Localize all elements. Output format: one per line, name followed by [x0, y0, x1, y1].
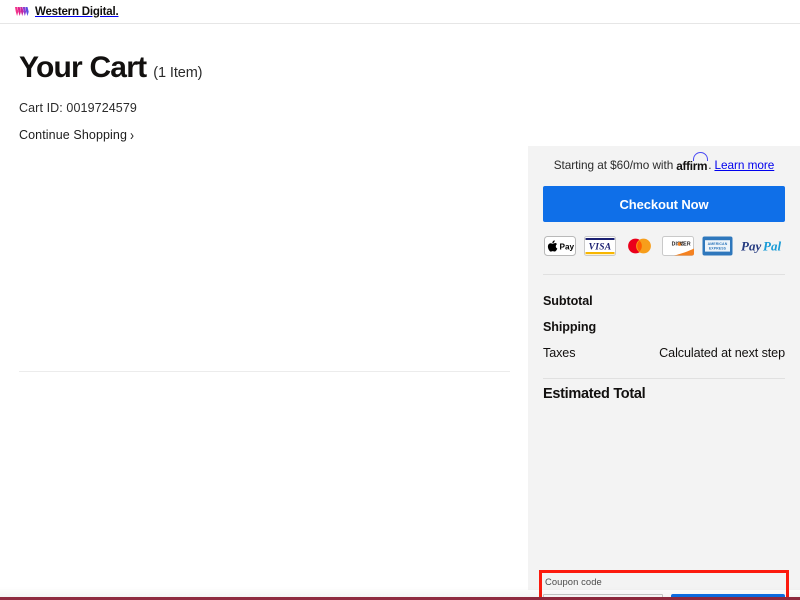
affirm-suffix-text: .: [708, 158, 712, 172]
coupon-code-label: Coupon code: [545, 576, 602, 587]
shipping-label: Shipping: [543, 320, 597, 334]
page-title: Your Cart: [19, 51, 147, 84]
cart-id: Cart ID: 0019724579: [19, 100, 137, 115]
svg-text:VISA: VISA: [588, 242, 611, 252]
order-summary-panel: Starting at $60/mo with affirm . Learn m…: [528, 146, 800, 600]
cart-main-column: Your Cart (1 Item) Cart ID: 0019724579 C…: [0, 24, 528, 600]
cart-page: Western Digital. Your Cart (1 Item) Cart…: [0, 0, 800, 600]
summary-row-estimated-total: Estimated Total: [543, 379, 785, 409]
mastercard-icon: [627, 238, 651, 254]
affirm-financing-message: Starting at $60/mo with affirm . Learn m…: [543, 146, 785, 184]
totals-top-rule: [543, 274, 785, 275]
affirm-logo-icon: affirm: [676, 151, 709, 173]
affirm-learn-more-link[interactable]: Learn more: [714, 158, 774, 172]
summary-row-subtotal: Subtotal: [543, 288, 785, 314]
paypal-icon: Pay Pal: [741, 239, 781, 254]
apple-pay-icon: Pay: [543, 236, 576, 256]
continue-shopping-label: Continue Shopping: [19, 127, 128, 142]
brand-name: Western Digital.: [35, 5, 119, 18]
chevron-right-icon: ›: [130, 125, 135, 144]
checkout-now-button[interactable]: Checkout Now: [543, 186, 785, 222]
accepted-payment-methods: Pay VISA DISC VER: [543, 224, 785, 268]
taxes-label: Taxes: [543, 346, 576, 360]
svg-text:Pay: Pay: [741, 239, 761, 254]
affirm-arc-icon: [693, 151, 709, 161]
summary-row-taxes: Taxes Calculated at next step: [543, 340, 785, 366]
svg-text:Pay: Pay: [559, 243, 574, 252]
taxes-value: Calculated at next step: [659, 346, 785, 360]
subtotal-label: Subtotal: [543, 294, 593, 308]
amex-icon: AMERICAN EXPRESS: [702, 236, 732, 256]
cart-heading: Your Cart (1 Item): [19, 52, 508, 84]
western-digital-logo-link[interactable]: Western Digital.: [15, 6, 119, 18]
estimated-total-label: Estimated Total: [543, 386, 646, 402]
cart-items-divider: [19, 371, 510, 372]
site-header: Western Digital.: [0, 0, 800, 24]
affirm-prefix-text: Starting at $60/mo with: [553, 158, 674, 172]
svg-text:EXPRESS: EXPRESS: [708, 246, 726, 250]
cart-item-count: (1 Item): [153, 65, 203, 81]
summary-row-shipping: Shipping: [543, 314, 785, 340]
svg-text:VER: VER: [679, 242, 690, 248]
order-totals: Subtotal Shipping Taxes Calculated at ne…: [543, 274, 785, 409]
svg-text:Pal: Pal: [763, 239, 781, 254]
affirm-brand-text: affirm: [676, 158, 708, 173]
visa-icon: VISA: [583, 236, 616, 256]
western-digital-logo-icon: [15, 7, 29, 16]
continue-shopping-link[interactable]: Continue Shopping ›: [19, 125, 135, 144]
discover-icon: DISC VER: [661, 236, 694, 256]
